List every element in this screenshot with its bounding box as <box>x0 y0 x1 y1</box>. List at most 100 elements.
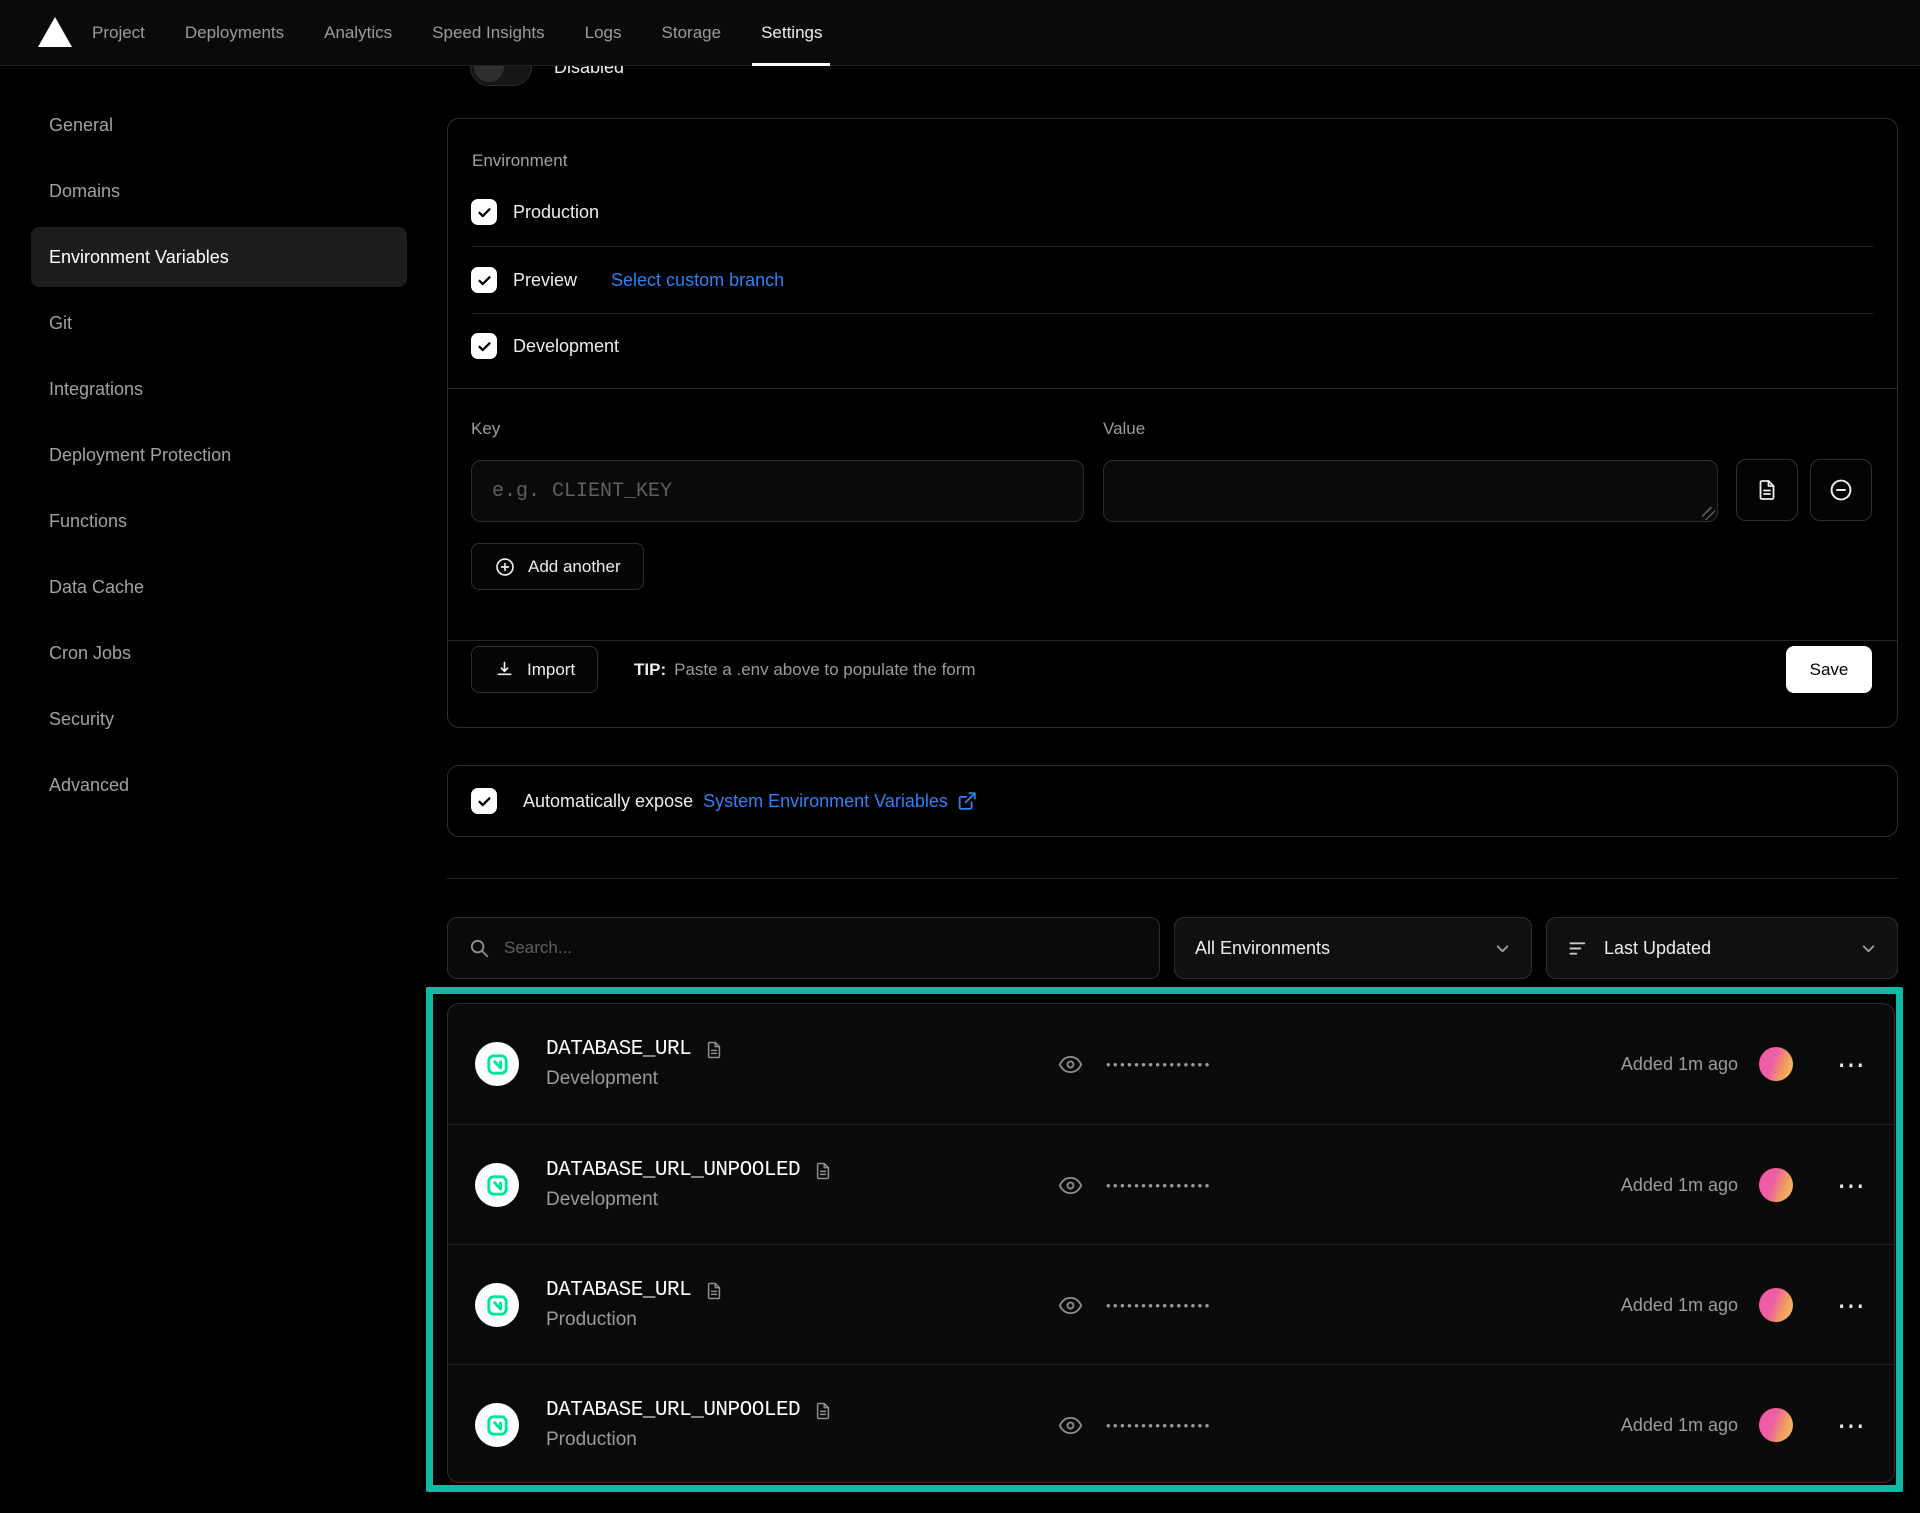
footer-divider <box>448 640 1897 641</box>
eye-icon <box>1057 1051 1084 1078</box>
remove-row-button[interactable] <box>1810 459 1872 521</box>
nav-tab-analytics[interactable]: Analytics <box>324 0 392 66</box>
masked-value: ••••••••••••••• <box>1106 1004 1212 1124</box>
reveal-value-button[interactable] <box>1057 1004 1084 1124</box>
vercel-project-settings-page: Project Deployments Analytics Speed Insi… <box>0 0 1920 1513</box>
sidebar-item-advanced[interactable]: Advanced <box>31 755 407 815</box>
sidebar-item-cron-jobs[interactable]: Cron Jobs <box>31 623 407 683</box>
minus-circle-icon <box>1828 477 1854 503</box>
environment-filter-dropdown[interactable]: All Environments <box>1174 917 1532 979</box>
user-avatar <box>1759 1168 1793 1202</box>
paste-file-button[interactable] <box>1736 459 1798 521</box>
section-divider <box>448 388 1897 389</box>
import-label: Import <box>527 660 575 680</box>
section-separator <box>447 878 1898 879</box>
env-var-environment: Development <box>546 1068 724 1090</box>
note-icon <box>704 1281 724 1301</box>
environment-section-label: Environment <box>472 151 567 171</box>
env-var-name: DATABASE_URL_UNPOOLED <box>546 1159 800 1182</box>
eye-icon <box>1057 1172 1084 1199</box>
plus-circle-icon <box>494 556 516 578</box>
sidebar-item-general[interactable]: General <box>31 95 407 155</box>
sort-lines-icon <box>1567 937 1590 960</box>
chevron-down-icon <box>1860 940 1877 957</box>
production-checkbox[interactable] <box>471 199 497 225</box>
nav-tab-storage[interactable]: Storage <box>662 0 722 66</box>
add-env-var-card: Environment Production Preview Select cu… <box>447 118 1898 728</box>
env-var-environment: Production <box>546 1429 833 1451</box>
row-divider <box>472 313 1873 314</box>
sidebar-item-integrations[interactable]: Integrations <box>31 359 407 419</box>
row-menu-button[interactable]: ⋯ <box>1837 1365 1866 1483</box>
neon-integration-icon <box>475 1283 519 1327</box>
env-var-environment: Production <box>546 1309 724 1331</box>
development-label: Development <box>513 336 619 357</box>
search-input[interactable] <box>504 938 1139 958</box>
preview-label: Preview <box>513 270 577 291</box>
chevron-down-icon <box>1494 940 1511 957</box>
nav-tab-logs[interactable]: Logs <box>585 0 622 66</box>
sort-dropdown[interactable]: Last Updated <box>1546 917 1898 979</box>
sidebar-item-git[interactable]: Git <box>31 293 407 353</box>
nav-tab-settings[interactable]: Settings <box>761 0 822 66</box>
nav-tab-deployments[interactable]: Deployments <box>185 0 284 66</box>
env-var-row: DATABASE_URL_UNPOOLED Production •••••••… <box>448 1364 1894 1483</box>
reveal-value-button[interactable] <box>1057 1365 1084 1483</box>
added-timestamp: Added 1m ago <box>1621 1004 1738 1124</box>
note-icon <box>704 1040 724 1060</box>
add-another-button[interactable]: Add another <box>471 543 644 590</box>
row-menu-button[interactable]: ⋯ <box>1837 1245 1866 1365</box>
system-env-vars-link[interactable]: System Environment Variables <box>703 790 978 812</box>
env-var-row: DATABASE_URL_UNPOOLED Development ••••••… <box>448 1124 1894 1244</box>
nav-tab-speed-insights[interactable]: Speed Insights <box>432 0 544 66</box>
auto-expose-card: Automatically expose System Environment … <box>447 765 1898 837</box>
row-menu-button[interactable]: ⋯ <box>1837 1004 1866 1124</box>
vercel-logo-icon[interactable] <box>38 16 72 48</box>
sidebar-item-domains[interactable]: Domains <box>31 161 407 221</box>
auto-expose-checkbox[interactable] <box>471 788 497 814</box>
added-timestamp: Added 1m ago <box>1621 1125 1738 1245</box>
row-menu-button[interactable]: ⋯ <box>1837 1125 1866 1245</box>
sidebar-item-data-cache[interactable]: Data Cache <box>31 557 407 617</box>
reveal-value-button[interactable] <box>1057 1125 1084 1245</box>
env-tip: TIP: Paste a .env above to populate the … <box>634 646 976 693</box>
production-row: Production <box>471 199 599 225</box>
select-custom-branch-link[interactable]: Select custom branch <box>611 270 784 291</box>
sidebar-item-environment-variables[interactable]: Environment Variables <box>31 227 407 287</box>
preview-row: Preview Select custom branch <box>471 267 784 293</box>
key-input[interactable] <box>471 460 1084 522</box>
nav-tab-project[interactable]: Project <box>92 0 145 66</box>
add-another-label: Add another <box>528 557 621 577</box>
environment-filter-value: All Environments <box>1195 938 1330 959</box>
env-var-name-block: DATABASE_URL_UNPOOLED Development <box>546 1125 833 1245</box>
value-label: Value <box>1103 419 1145 439</box>
sort-value: Last Updated <box>1604 938 1711 959</box>
import-button[interactable]: Import <box>471 646 598 693</box>
file-icon <box>1755 478 1779 502</box>
settings-main: Disabled Environment Production Preview … <box>447 0 1898 1513</box>
save-button[interactable]: Save <box>1786 646 1872 693</box>
row-divider <box>472 246 1873 247</box>
sidebar-item-security[interactable]: Security <box>31 689 407 749</box>
user-avatar <box>1759 1408 1793 1442</box>
sidebar-item-functions[interactable]: Functions <box>31 491 407 551</box>
eye-icon <box>1057 1292 1084 1319</box>
search-icon <box>468 937 490 959</box>
sidebar-item-deployment-protection[interactable]: Deployment Protection <box>31 425 407 485</box>
value-input[interactable] <box>1103 460 1718 522</box>
preview-checkbox[interactable] <box>471 267 497 293</box>
production-label: Production <box>513 202 599 223</box>
auto-expose-row: Automatically expose System Environment … <box>471 766 978 836</box>
env-var-name-block: DATABASE_URL_UNPOOLED Production <box>546 1365 833 1483</box>
system-env-vars-link-label: System Environment Variables <box>703 791 948 812</box>
reveal-value-button[interactable] <box>1057 1245 1084 1365</box>
added-timestamp: Added 1m ago <box>1621 1245 1738 1365</box>
env-var-row: DATABASE_URL Development •••••••••••••••… <box>448 1004 1894 1124</box>
added-timestamp: Added 1m ago <box>1621 1365 1738 1483</box>
key-label: Key <box>471 419 500 439</box>
development-checkbox[interactable] <box>471 333 497 359</box>
env-var-row: DATABASE_URL Production ••••••••••••••• … <box>448 1244 1894 1364</box>
masked-value: ••••••••••••••• <box>1106 1365 1212 1483</box>
env-var-name: DATABASE_URL_UNPOOLED <box>546 1399 800 1422</box>
auto-expose-label: Automatically expose <box>523 791 693 812</box>
